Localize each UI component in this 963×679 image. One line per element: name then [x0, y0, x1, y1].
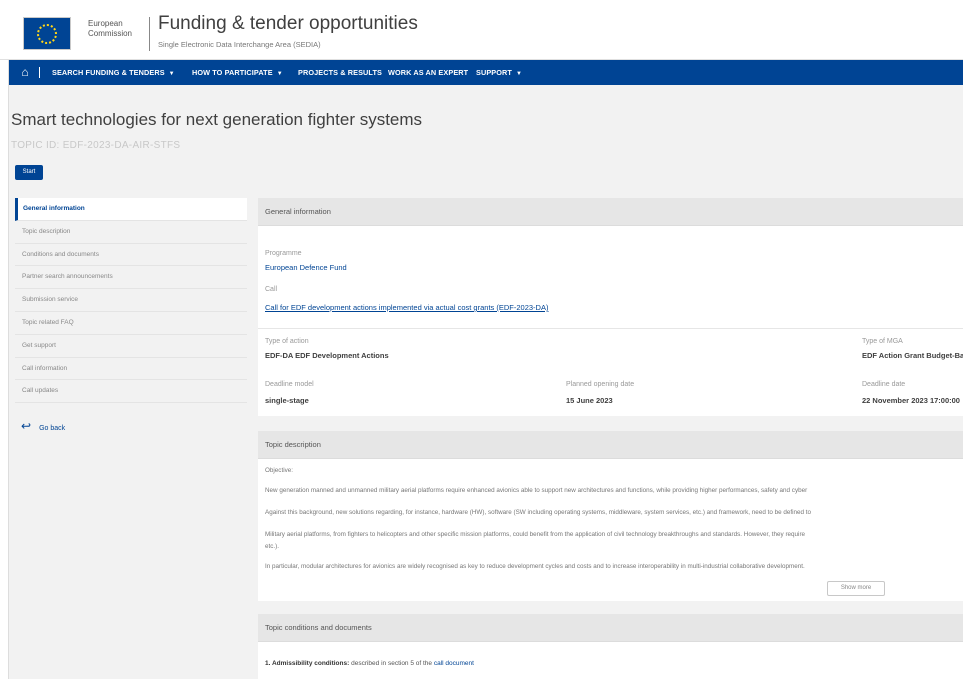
chevron-down-icon: ▼ [276, 71, 283, 77]
type-of-mga-label: Type of MGA [862, 338, 903, 345]
general-information-heading: General information [258, 198, 963, 226]
sidebar-item-submission-service[interactable]: Submission service [15, 289, 247, 312]
go-back-link[interactable]: ↩ Go back [21, 419, 65, 433]
nav-search-funding[interactable]: SEARCH FUNDING & TENDERS ▼ [52, 60, 175, 85]
sidebar-item-get-support[interactable]: Get support [15, 335, 247, 358]
nav-projects-results[interactable]: PROJECTS & RESULTS [298, 60, 382, 85]
nav-projects-results-label: PROJECTS & RESULTS [298, 68, 382, 77]
chevron-down-icon: ▼ [168, 71, 175, 77]
nav-search-funding-label: SEARCH FUNDING & TENDERS [52, 68, 165, 77]
general-information-panel: General information Programme European D… [258, 198, 963, 416]
topic-conditions-panel: Topic conditions and documents 1. Admiss… [258, 614, 963, 679]
sidebar-item-partner-search[interactable]: Partner search announcements [15, 266, 247, 290]
call-document-link[interactable]: call document [434, 660, 474, 667]
topic-description-heading: Topic description [258, 431, 963, 459]
topic-id: TOPIC ID: EDF-2023-DA-AIR-STFS [11, 140, 181, 151]
nav-work-as-expert-label: WORK AS AN EXPERT [388, 68, 469, 77]
divider [258, 328, 963, 329]
site-header: European Commission Funding & tender opp… [0, 0, 963, 60]
deadline-model-value: single-stage [265, 396, 309, 405]
main-nav: ⌂ SEARCH FUNDING & TENDERS ▼ HOW TO PARTI… [9, 60, 963, 85]
type-of-action-label: Type of action [265, 338, 309, 345]
show-more-button[interactable]: Show more [827, 581, 885, 596]
org-name: European Commission [88, 19, 132, 39]
sidebar-item-conditions-documents[interactable]: Conditions and documents [15, 244, 247, 267]
sidebar-item-call-updates[interactable]: Call updates [15, 380, 247, 404]
description-paragraph: New generation manned and unmanned milit… [265, 487, 808, 494]
nav-support-label: SUPPORT [476, 68, 512, 77]
nav-how-to-participate[interactable]: HOW TO PARTICIPATE ▼ [192, 60, 283, 85]
chevron-down-icon: ▼ [515, 71, 523, 77]
start-button[interactable]: Start [15, 165, 43, 180]
back-arrow-icon: ↩ [21, 419, 32, 433]
description-paragraph: Military aerial platforms, from fighters… [265, 531, 806, 538]
objective-label: Objective: [265, 467, 293, 474]
nav-separator [39, 67, 40, 78]
nav-support[interactable]: SUPPORT ▼ [476, 60, 522, 85]
go-back-label: Go back [39, 425, 66, 432]
opening-date-label: Planned opening date [566, 381, 635, 388]
admissibility-conditions: 1. Admissibility conditions: described i… [265, 660, 474, 667]
sidebar-item-call-information[interactable]: Call information [15, 358, 247, 381]
admissibility-text: described in section 5 of the [351, 660, 433, 667]
deadline-date-value: 22 November 2023 17:00:00 [862, 396, 960, 405]
header-divider [149, 17, 150, 51]
nav-how-to-participate-label: HOW TO PARTICIPATE [192, 68, 273, 77]
european-commission-logo[interactable] [23, 17, 71, 50]
org-line-1: European [88, 19, 123, 28]
topic-conditions-heading: Topic conditions and documents [258, 614, 963, 642]
call-label: Call [265, 286, 278, 293]
side-navigation: General information Topic description Co… [15, 198, 247, 404]
sidebar-item-topic-description[interactable]: Topic description [15, 221, 247, 244]
admissibility-title: 1. Admissibility conditions: [265, 660, 350, 667]
sidebar-item-general-information[interactable]: General information [15, 198, 247, 221]
opening-date-value: 15 June 2023 [566, 396, 613, 405]
nav-work-as-expert[interactable]: WORK AS AN EXPERT [388, 60, 468, 85]
org-line-2: Commission [88, 29, 133, 38]
site-title[interactable]: Funding & tender opportunities [158, 13, 418, 35]
topic-description-panel: Topic description Objective: New generat… [258, 431, 963, 601]
deadline-model-label: Deadline model [265, 381, 314, 388]
programme-value[interactable]: European Defence Fund [265, 263, 347, 272]
type-of-mga-value: EDF Action Grant Budget-Based [862, 351, 963, 360]
deadline-date-label: Deadline date [862, 381, 906, 388]
call-link[interactable]: Call for EDF development actions impleme… [265, 303, 548, 312]
description-paragraph: Against this background, new solutions r… [265, 509, 811, 516]
programme-label: Programme [265, 250, 302, 257]
site-subtitle: Single Electronic Data Interchange Area … [158, 40, 321, 49]
home-icon[interactable]: ⌂ [15, 60, 35, 85]
description-paragraph: etc.). [265, 543, 279, 550]
sidebar-item-topic-faq[interactable]: Topic related FAQ [15, 312, 247, 335]
description-paragraph: In particular, modular architectures for… [265, 563, 805, 570]
type-of-action-value: EDF-DA EDF Development Actions [265, 351, 389, 360]
eu-stars-icon [37, 24, 57, 44]
left-gutter [0, 60, 9, 679]
page-title: Smart technologies for next generation f… [11, 110, 423, 129]
